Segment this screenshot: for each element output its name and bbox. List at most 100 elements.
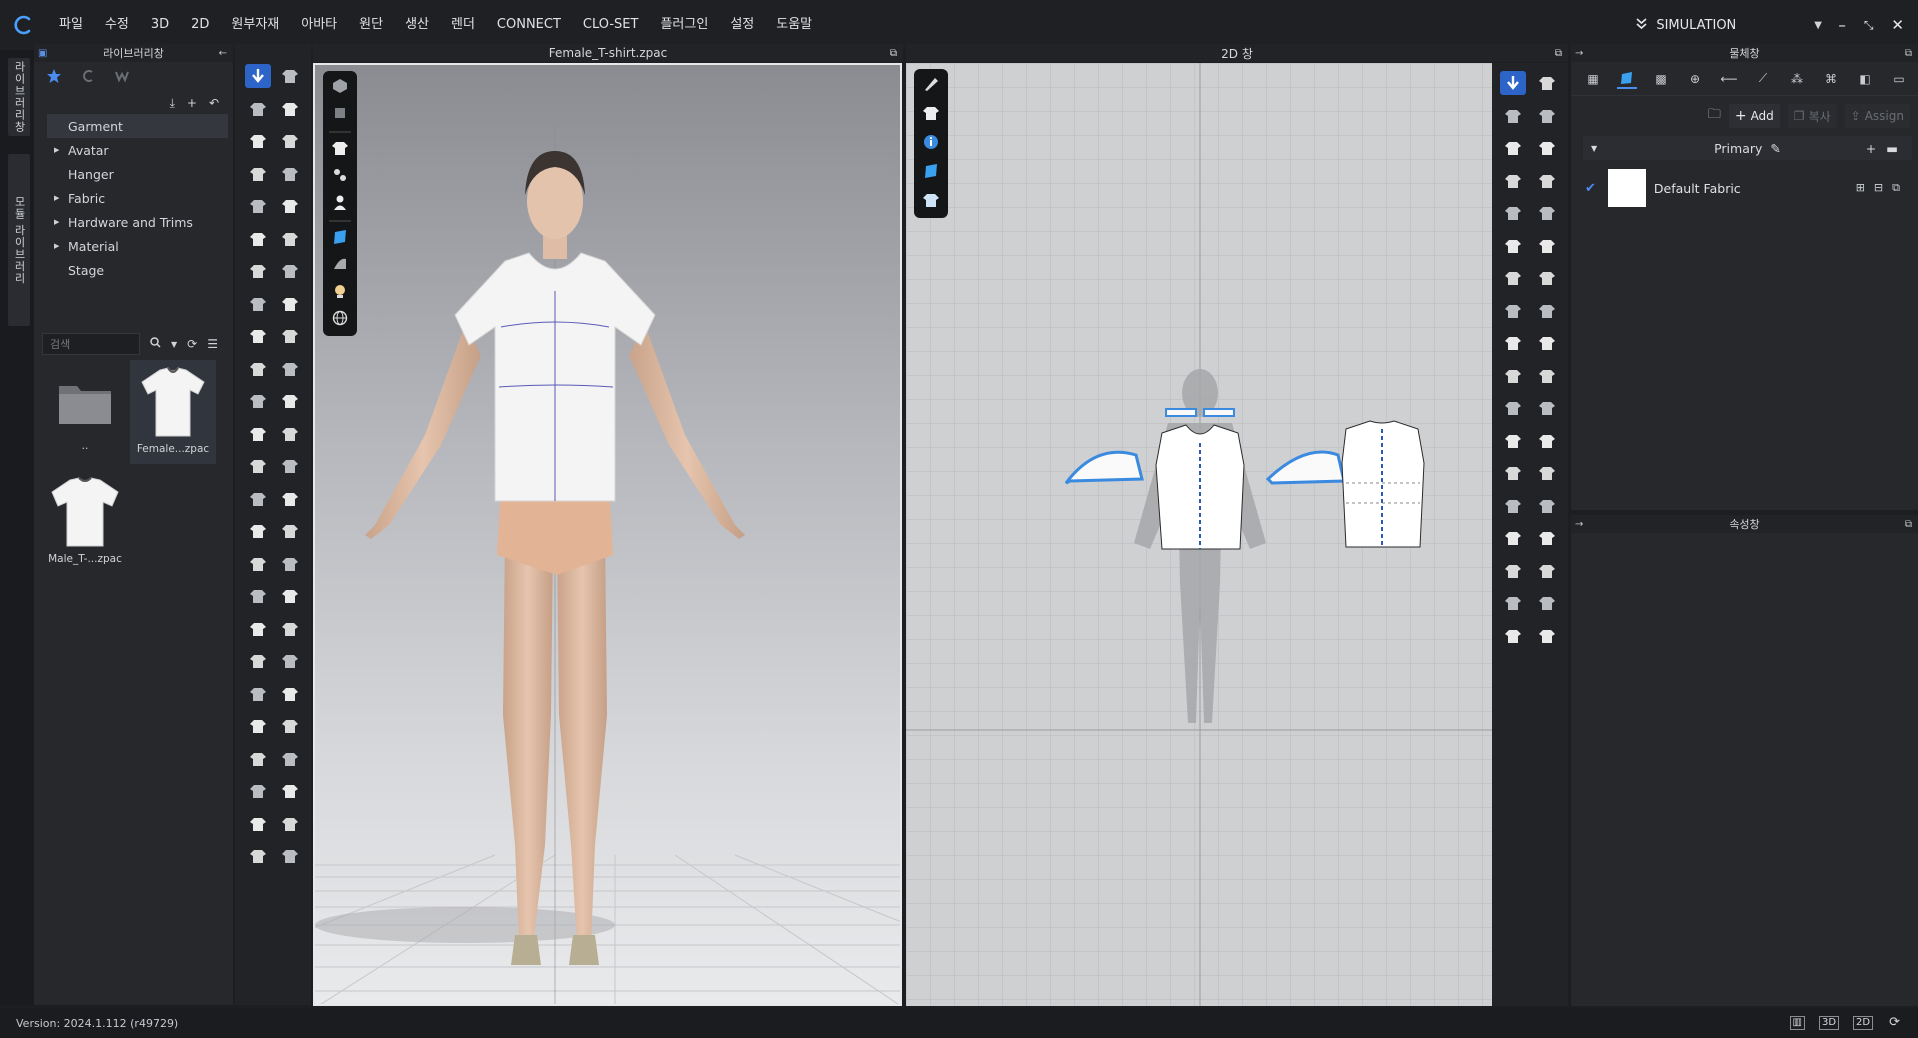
menu-item[interactable]: 생산 xyxy=(394,0,440,50)
collapse-arrow-icon[interactable]: → xyxy=(1575,48,1583,59)
edit-pattern-icon[interactable] xyxy=(245,129,271,153)
internal-line-icon[interactable] xyxy=(1534,266,1560,290)
fold-icon[interactable] xyxy=(277,682,303,706)
edit-pattern-icon[interactable] xyxy=(277,292,303,316)
panel-dock-icon[interactable]: ▣ xyxy=(38,48,47,59)
expand-arrow-icon[interactable]: ▶ xyxy=(54,194,59,202)
download-icon[interactable]: ⤓ xyxy=(170,96,175,111)
collapse-triangle-icon[interactable]: ▼ xyxy=(1591,144,1597,153)
layout-3d-icon[interactable]: 3D xyxy=(1818,1016,1840,1030)
menu-item[interactable]: 원단 xyxy=(348,0,394,50)
search-dropdown-icon[interactable]: ▼ xyxy=(171,340,177,349)
circle-icon[interactable] xyxy=(1534,234,1560,258)
collapse-arrow-icon[interactable]: ← xyxy=(219,48,227,59)
refresh-icon[interactable]: ⟳ xyxy=(1887,1016,1902,1029)
minimize-button[interactable]: – xyxy=(1838,16,1846,34)
dart-icon[interactable] xyxy=(1500,559,1526,583)
menu-item[interactable]: 아바타 xyxy=(290,0,348,50)
dart-icon[interactable] xyxy=(1500,234,1526,258)
assign-button[interactable]: ⇪ Assign xyxy=(1844,104,1910,128)
maximize-panel-icon[interactable]: ⧉ xyxy=(1905,48,1912,59)
collapse-arrow-icon[interactable]: → xyxy=(1575,519,1583,530)
sewing-icon[interactable] xyxy=(245,487,271,511)
thumb-parent-folder[interactable]: .. xyxy=(42,362,128,466)
simulation-mode-selector[interactable]: SIMULATION ▼ xyxy=(1635,0,1822,50)
pin-icon[interactable] xyxy=(277,64,303,88)
select-fabric-icon[interactable]: ⊟ xyxy=(1874,181,1883,195)
measure-icon[interactable] xyxy=(277,779,303,803)
rectangle-icon[interactable] xyxy=(1500,461,1526,485)
polygon-icon[interactable] xyxy=(1500,429,1526,453)
transform-pattern-icon[interactable] xyxy=(245,97,271,121)
menu-item[interactable]: CLO-SET xyxy=(572,0,650,50)
select-move-icon[interactable] xyxy=(245,714,271,738)
trim-tab-icon[interactable]: ⌘ xyxy=(1821,69,1841,89)
maximize-panel-icon[interactable]: ⧉ xyxy=(1555,48,1562,59)
tack-icon[interactable] xyxy=(277,422,303,446)
button-tab-icon[interactable]: ⊕ xyxy=(1685,69,1705,89)
add-icon[interactable]: + xyxy=(187,96,197,110)
tack-icon[interactable] xyxy=(277,97,303,121)
tab-module-library[interactable]: 모듈 라이브러리 xyxy=(8,154,30,326)
fabric-list-item[interactable]: ✔ Default Fabric ⊞ ⊟ ⧉ xyxy=(1571,166,1918,210)
polygon-icon[interactable] xyxy=(1534,494,1560,518)
stitch-tab-icon[interactable]: ⁂ xyxy=(1787,69,1807,89)
menu-item[interactable]: 2D xyxy=(180,0,220,50)
garment-icon[interactable] xyxy=(922,104,940,125)
menu-item[interactable]: 수정 xyxy=(94,0,140,50)
transform-pattern-icon[interactable] xyxy=(245,747,271,771)
segment-sewing-icon[interactable] xyxy=(1534,396,1560,420)
library-tree-item[interactable]: ▶ Material xyxy=(34,234,233,258)
select-move-icon[interactable] xyxy=(245,389,271,413)
menu-item[interactable]: 3D xyxy=(140,0,180,50)
pattern-display-icon[interactable] xyxy=(922,191,940,212)
info-icon[interactable] xyxy=(922,133,940,154)
clo-library-icon[interactable] xyxy=(80,68,96,87)
topstitch-tab-icon[interactable]: ⟋ xyxy=(1753,69,1773,89)
menu-item[interactable]: 원부자재 xyxy=(220,0,290,50)
circle-icon[interactable] xyxy=(1500,169,1526,193)
menu-item[interactable]: 렌더 xyxy=(440,0,486,50)
edit-pattern-icon[interactable] xyxy=(245,454,271,478)
layout-split-icon[interactable]: ▥ xyxy=(1789,1016,1805,1030)
avatar-display-icon[interactable] xyxy=(331,193,349,214)
hanger-icon[interactable] xyxy=(245,682,271,706)
circle-icon[interactable] xyxy=(1500,494,1526,518)
refresh-icon[interactable]: ⟳ xyxy=(187,337,197,351)
fabric-tab-icon[interactable] xyxy=(1617,69,1637,89)
thumb-female-tshirt[interactable]: Female...zpac xyxy=(130,360,216,464)
sewing-icon[interactable] xyxy=(245,812,271,836)
internal-line-icon[interactable] xyxy=(1534,591,1560,615)
pin-icon[interactable] xyxy=(245,552,271,576)
garment-display-icon[interactable] xyxy=(331,139,349,160)
layout-2d-icon[interactable]: 2D xyxy=(1853,1016,1874,1030)
library-tree-item[interactable]: Garment xyxy=(47,114,228,138)
menu-item[interactable]: 플러그인 xyxy=(649,0,719,50)
search-icon[interactable] xyxy=(150,337,161,351)
text-icon[interactable] xyxy=(1500,591,1526,615)
pin-icon[interactable] xyxy=(277,714,303,738)
measure-tab-icon[interactable]: ◧ xyxy=(1855,69,1875,89)
transform-pattern-icon[interactable] xyxy=(245,422,271,446)
avatar-pose-icon[interactable] xyxy=(245,324,271,348)
fabric-group-primary[interactable]: ▼ Primary ✎ + ▬ xyxy=(1583,136,1912,160)
fold-icon[interactable] xyxy=(245,844,271,868)
internal-line-icon[interactable] xyxy=(1500,201,1526,225)
polygon-icon[interactable] xyxy=(1500,104,1526,128)
library-tree-item[interactable]: ▶ Avatar xyxy=(34,138,233,162)
hanger-icon[interactable] xyxy=(245,357,271,381)
menu-item[interactable]: 도움말 xyxy=(765,0,823,50)
avatar-pose-icon[interactable] xyxy=(277,812,303,836)
rectangle-icon[interactable] xyxy=(1500,136,1526,160)
fold-arrangement-icon[interactable] xyxy=(1500,364,1526,388)
texture-tab-icon[interactable]: ▩ xyxy=(1651,69,1671,89)
hanger-icon[interactable] xyxy=(277,844,303,868)
library-tree-item[interactable]: Hanger xyxy=(34,162,233,186)
segment-sewing-icon[interactable] xyxy=(1500,331,1526,355)
viewport-3d[interactable] xyxy=(313,63,902,1006)
add-icon[interactable]: + xyxy=(1866,141,1876,156)
polygon-icon[interactable] xyxy=(1534,169,1560,193)
edit-pattern-icon[interactable] xyxy=(1500,396,1526,420)
tack-icon[interactable] xyxy=(245,584,271,608)
edit-pattern-icon[interactable] xyxy=(277,617,303,641)
